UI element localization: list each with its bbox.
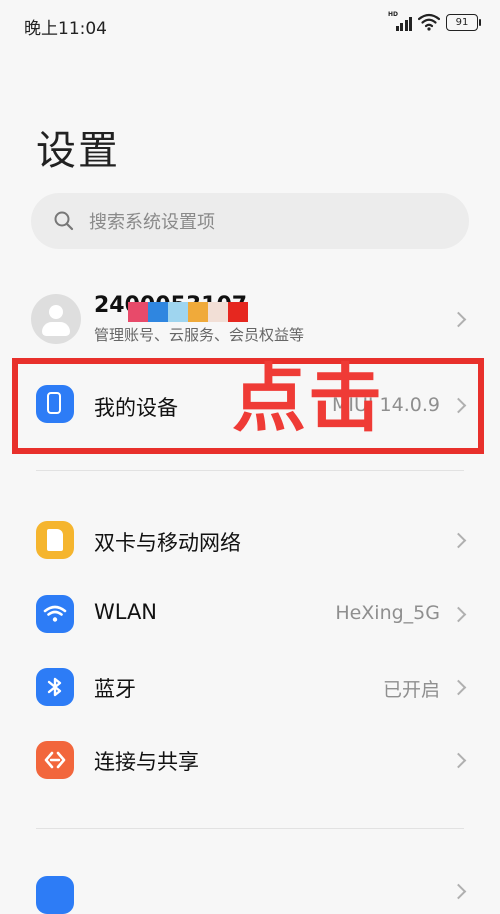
wifi-icon xyxy=(418,13,440,31)
divider xyxy=(36,828,464,829)
dual-sim-row[interactable] xyxy=(0,505,500,575)
bluetooth-icon xyxy=(36,668,74,706)
bluetooth-value: 已开启 xyxy=(382,679,440,701)
account-subtitle: 管理账号、云服务、会员权益等 xyxy=(94,326,305,344)
avatar xyxy=(31,294,81,344)
cellular-signal-icon: HD xyxy=(388,11,412,31)
connection-sharing-row[interactable] xyxy=(0,725,500,795)
click-annotation: 点击 xyxy=(232,356,384,442)
search-bar[interactable] xyxy=(31,193,469,251)
privacy-mask xyxy=(128,302,248,322)
status-bar: 晚上11:04 HD 91 xyxy=(0,0,500,48)
next-row[interactable] xyxy=(0,862,500,888)
sim-card-icon xyxy=(36,521,74,559)
status-icons: HD 91 xyxy=(388,11,481,31)
dual-sim-label: 双卡与移动网络 xyxy=(94,531,241,555)
app-icon xyxy=(36,876,74,914)
battery-icon: 91 xyxy=(446,13,481,31)
share-icon xyxy=(36,741,74,779)
page-title: 设置 xyxy=(36,128,120,174)
bluetooth-label: 蓝牙 xyxy=(94,677,136,701)
divider xyxy=(36,470,464,471)
search-input[interactable] xyxy=(87,193,461,251)
wlan-value: HeXing_5G xyxy=(335,602,440,624)
wlan-label: WLAN xyxy=(94,600,158,624)
connection-sharing-label: 连接与共享 xyxy=(94,750,199,774)
search-icon xyxy=(54,211,74,231)
status-time: 晚上11:04 xyxy=(24,19,107,39)
wifi-icon xyxy=(36,595,74,633)
